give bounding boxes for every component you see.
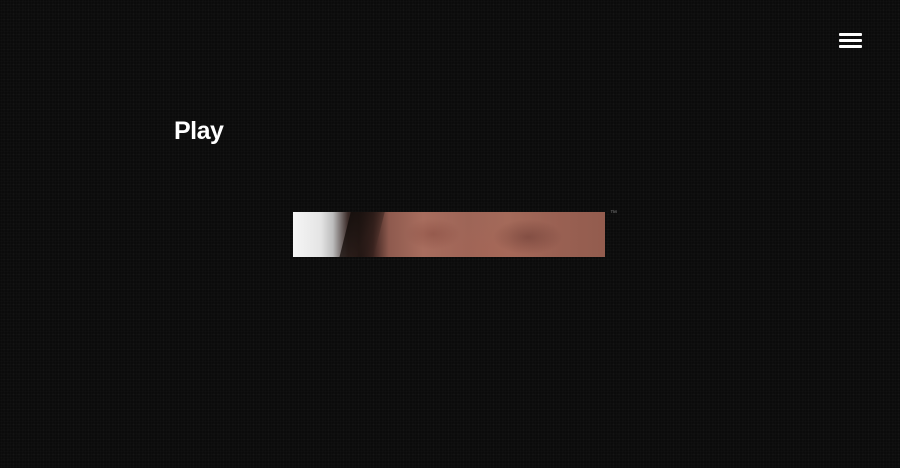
- menu-bar-top: [839, 33, 862, 36]
- play-link[interactable]: Play: [174, 117, 224, 146]
- video-frame-detail: [338, 212, 386, 257]
- menu-bar-middle: [839, 39, 862, 42]
- menu-bar-bottom: [839, 45, 862, 48]
- video-preview-strip[interactable]: [293, 212, 605, 257]
- trademark-symbol: ™: [610, 210, 617, 217]
- hamburger-menu-icon[interactable]: [836, 30, 866, 52]
